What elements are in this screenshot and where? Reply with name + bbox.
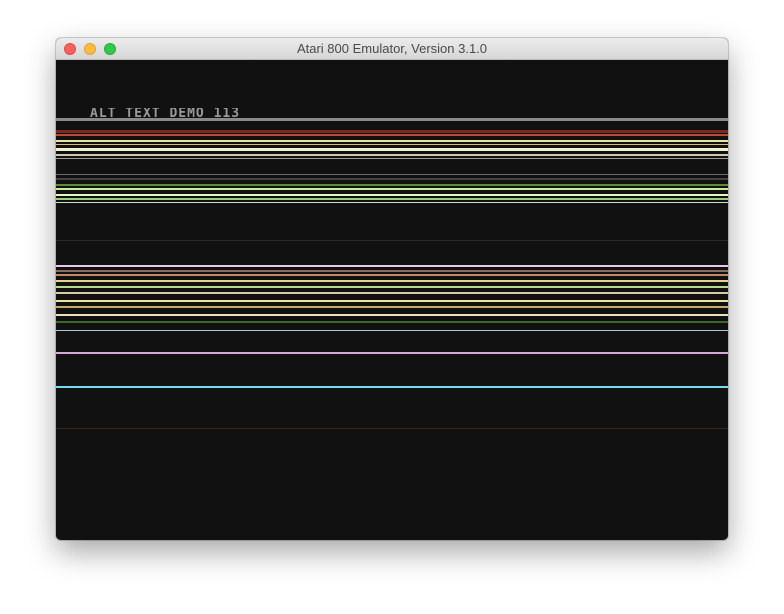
title-bar[interactable]: Atari 800 Emulator, Version 3.1.0 bbox=[56, 38, 728, 60]
scanline bbox=[56, 184, 728, 186]
scanline bbox=[56, 194, 728, 196]
scanline bbox=[56, 314, 728, 316]
scanline bbox=[56, 265, 728, 267]
scanline bbox=[56, 202, 728, 203]
scanline bbox=[56, 386, 728, 388]
scanline bbox=[56, 352, 728, 354]
scanline bbox=[56, 428, 728, 429]
scanline bbox=[56, 270, 728, 272]
emulator-window: Atari 800 Emulator, Version 3.1.0 ALT TE… bbox=[56, 38, 728, 540]
window-title: Atari 800 Emulator, Version 3.1.0 bbox=[296, 41, 488, 56]
scanline bbox=[56, 306, 728, 308]
scanline bbox=[56, 280, 728, 282]
scanline bbox=[56, 174, 728, 175]
scanline bbox=[56, 300, 728, 302]
scanline bbox=[56, 178, 728, 180]
scanline bbox=[56, 140, 728, 142]
close-window-button[interactable] bbox=[64, 43, 76, 55]
scanline bbox=[56, 144, 728, 145]
scanline bbox=[56, 130, 728, 133]
scanline bbox=[56, 321, 728, 323]
scanline bbox=[56, 118, 728, 121]
scanline bbox=[56, 148, 728, 151]
emulator-screen[interactable]: ALT TEXT DEMO 113 bbox=[56, 60, 728, 540]
scanline bbox=[56, 330, 728, 331]
zoom-window-button[interactable] bbox=[104, 43, 116, 55]
scanline bbox=[56, 198, 728, 200]
scanline bbox=[56, 292, 728, 294]
scanline bbox=[56, 274, 728, 276]
scanline bbox=[56, 158, 728, 159]
scanline bbox=[56, 188, 728, 190]
minimize-window-button[interactable] bbox=[84, 43, 96, 55]
scanline bbox=[56, 286, 728, 288]
scanline bbox=[56, 154, 728, 156]
scanline bbox=[56, 240, 728, 241]
scanline bbox=[56, 134, 728, 136]
